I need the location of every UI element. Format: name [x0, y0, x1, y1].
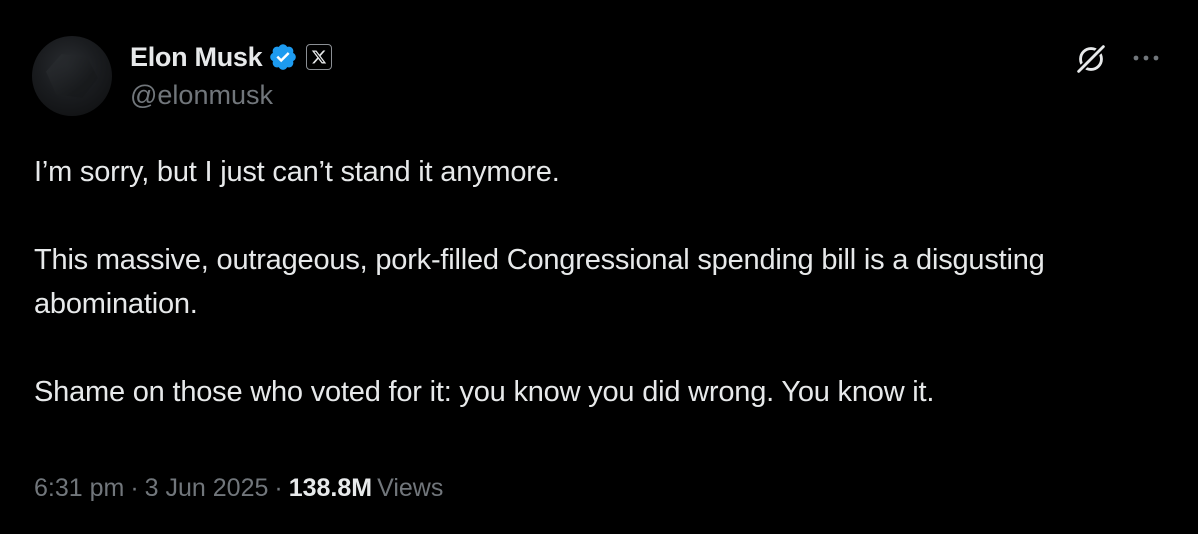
tweet-time[interactable]: 6:31 pm — [34, 474, 124, 502]
meta-separator: · — [130, 474, 139, 502]
verified-badge-icon[interactable] — [268, 42, 298, 72]
tweet-meta: 6:31 pm · 3 Jun 2025 · 138.8M Views — [34, 474, 443, 503]
tweet-paragraph: This massive, outrageous, pork-filled Co… — [34, 244, 1045, 320]
tweet: Elon Musk @elonmusk I’m sorry, but I jus… — [0, 0, 1198, 534]
views-label: Views — [377, 474, 444, 502]
tweet-text: I’m sorry, but I just can’t stand it any… — [34, 150, 1154, 414]
views-count[interactable]: 138.8M — [289, 474, 372, 502]
author-name-row: Elon Musk — [130, 38, 333, 76]
more-icon[interactable] — [1128, 46, 1164, 70]
avatar[interactable] — [32, 36, 112, 116]
author-handle[interactable]: @elonmusk — [130, 80, 273, 111]
avatar-image — [46, 54, 98, 98]
author-display-name[interactable]: Elon Musk — [130, 42, 263, 73]
x-logo-icon[interactable] — [306, 44, 333, 70]
tweet-paragraph: I’m sorry, but I just can’t stand it any… — [34, 156, 560, 188]
grok-icon[interactable] — [1072, 40, 1110, 78]
tweet-paragraph: Shame on those who voted for it: you kno… — [34, 376, 935, 408]
tweet-date[interactable]: 3 Jun 2025 — [145, 474, 269, 502]
meta-separator: · — [274, 474, 283, 502]
